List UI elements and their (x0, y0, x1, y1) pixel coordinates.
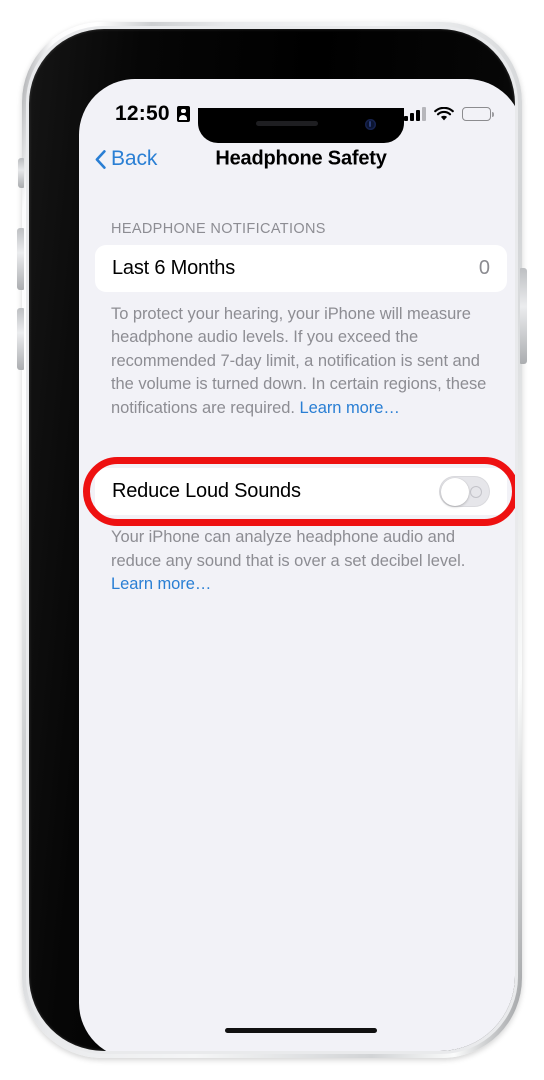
reduce-loud-sounds-section: Reduce Loud Sounds (83, 457, 515, 527)
back-button[interactable]: Back (95, 147, 157, 171)
toggle-off-indicator-icon (470, 485, 482, 498)
device-stage: 12:50 Back Headphone Safety HEADPHONE NO… (0, 0, 544, 1080)
cellular-signal-icon (404, 107, 426, 121)
phone-bezel: 12:50 Back Headphone Safety HEADPHONE NO… (29, 29, 515, 1051)
row-last-6-months[interactable]: Last 6 Months 0 (95, 245, 507, 292)
reduce-loud-sounds-learn-more-link[interactable]: Learn more… (111, 573, 491, 596)
home-indicator[interactable] (225, 1027, 377, 1033)
status-bar-left: 12:50 (115, 102, 190, 126)
notifications-card: Last 6 Months 0 (95, 245, 507, 292)
settings-content: HEADPHONE NOTIFICATIONS Last 6 Months 0 … (79, 183, 515, 1051)
reduce-loud-sounds-card: Reduce Loud Sounds (95, 468, 507, 516)
notifications-learn-more-link[interactable]: Learn more… (299, 399, 399, 417)
earpiece-speaker-icon (256, 121, 318, 126)
front-camera-icon (365, 119, 376, 130)
reduce-loud-sounds-toggle[interactable] (439, 476, 490, 508)
reduce-loud-sounds-footnote-text: Your iPhone can analyze headphone audio … (111, 528, 466, 570)
mute-switch-button[interactable] (18, 158, 24, 188)
chevron-left-icon (95, 149, 106, 169)
battery-icon (462, 107, 494, 121)
volume-up-button[interactable] (17, 228, 24, 290)
status-time: 12:50 (115, 102, 170, 125)
wifi-icon (434, 106, 454, 122)
status-bar-right (404, 106, 494, 122)
phone-screen: 12:50 Back Headphone Safety HEADPHONE NO… (79, 79, 515, 1051)
section-header-headphone-notifications: HEADPHONE NOTIFICATIONS (111, 221, 326, 237)
row-last-6-months-value: 0 (478, 257, 490, 279)
reduce-loud-sounds-footnote: Your iPhone can analyze headphone audio … (95, 515, 507, 596)
back-button-label: Back (111, 147, 158, 170)
row-reduce-loud-sounds[interactable]: Reduce Loud Sounds (95, 468, 507, 515)
lockscreen-person-icon (176, 106, 190, 122)
notch (198, 108, 404, 143)
row-reduce-loud-sounds-label: Reduce Loud Sounds (112, 480, 301, 503)
power-side-button[interactable] (520, 268, 527, 364)
toggle-knob (440, 477, 469, 506)
notifications-footnote: To protect your hearing, your iPhone wil… (95, 292, 507, 420)
row-last-6-months-label: Last 6 Months (112, 257, 236, 279)
page-title: Headphone Safety (215, 147, 387, 170)
volume-down-button[interactable] (17, 308, 24, 370)
